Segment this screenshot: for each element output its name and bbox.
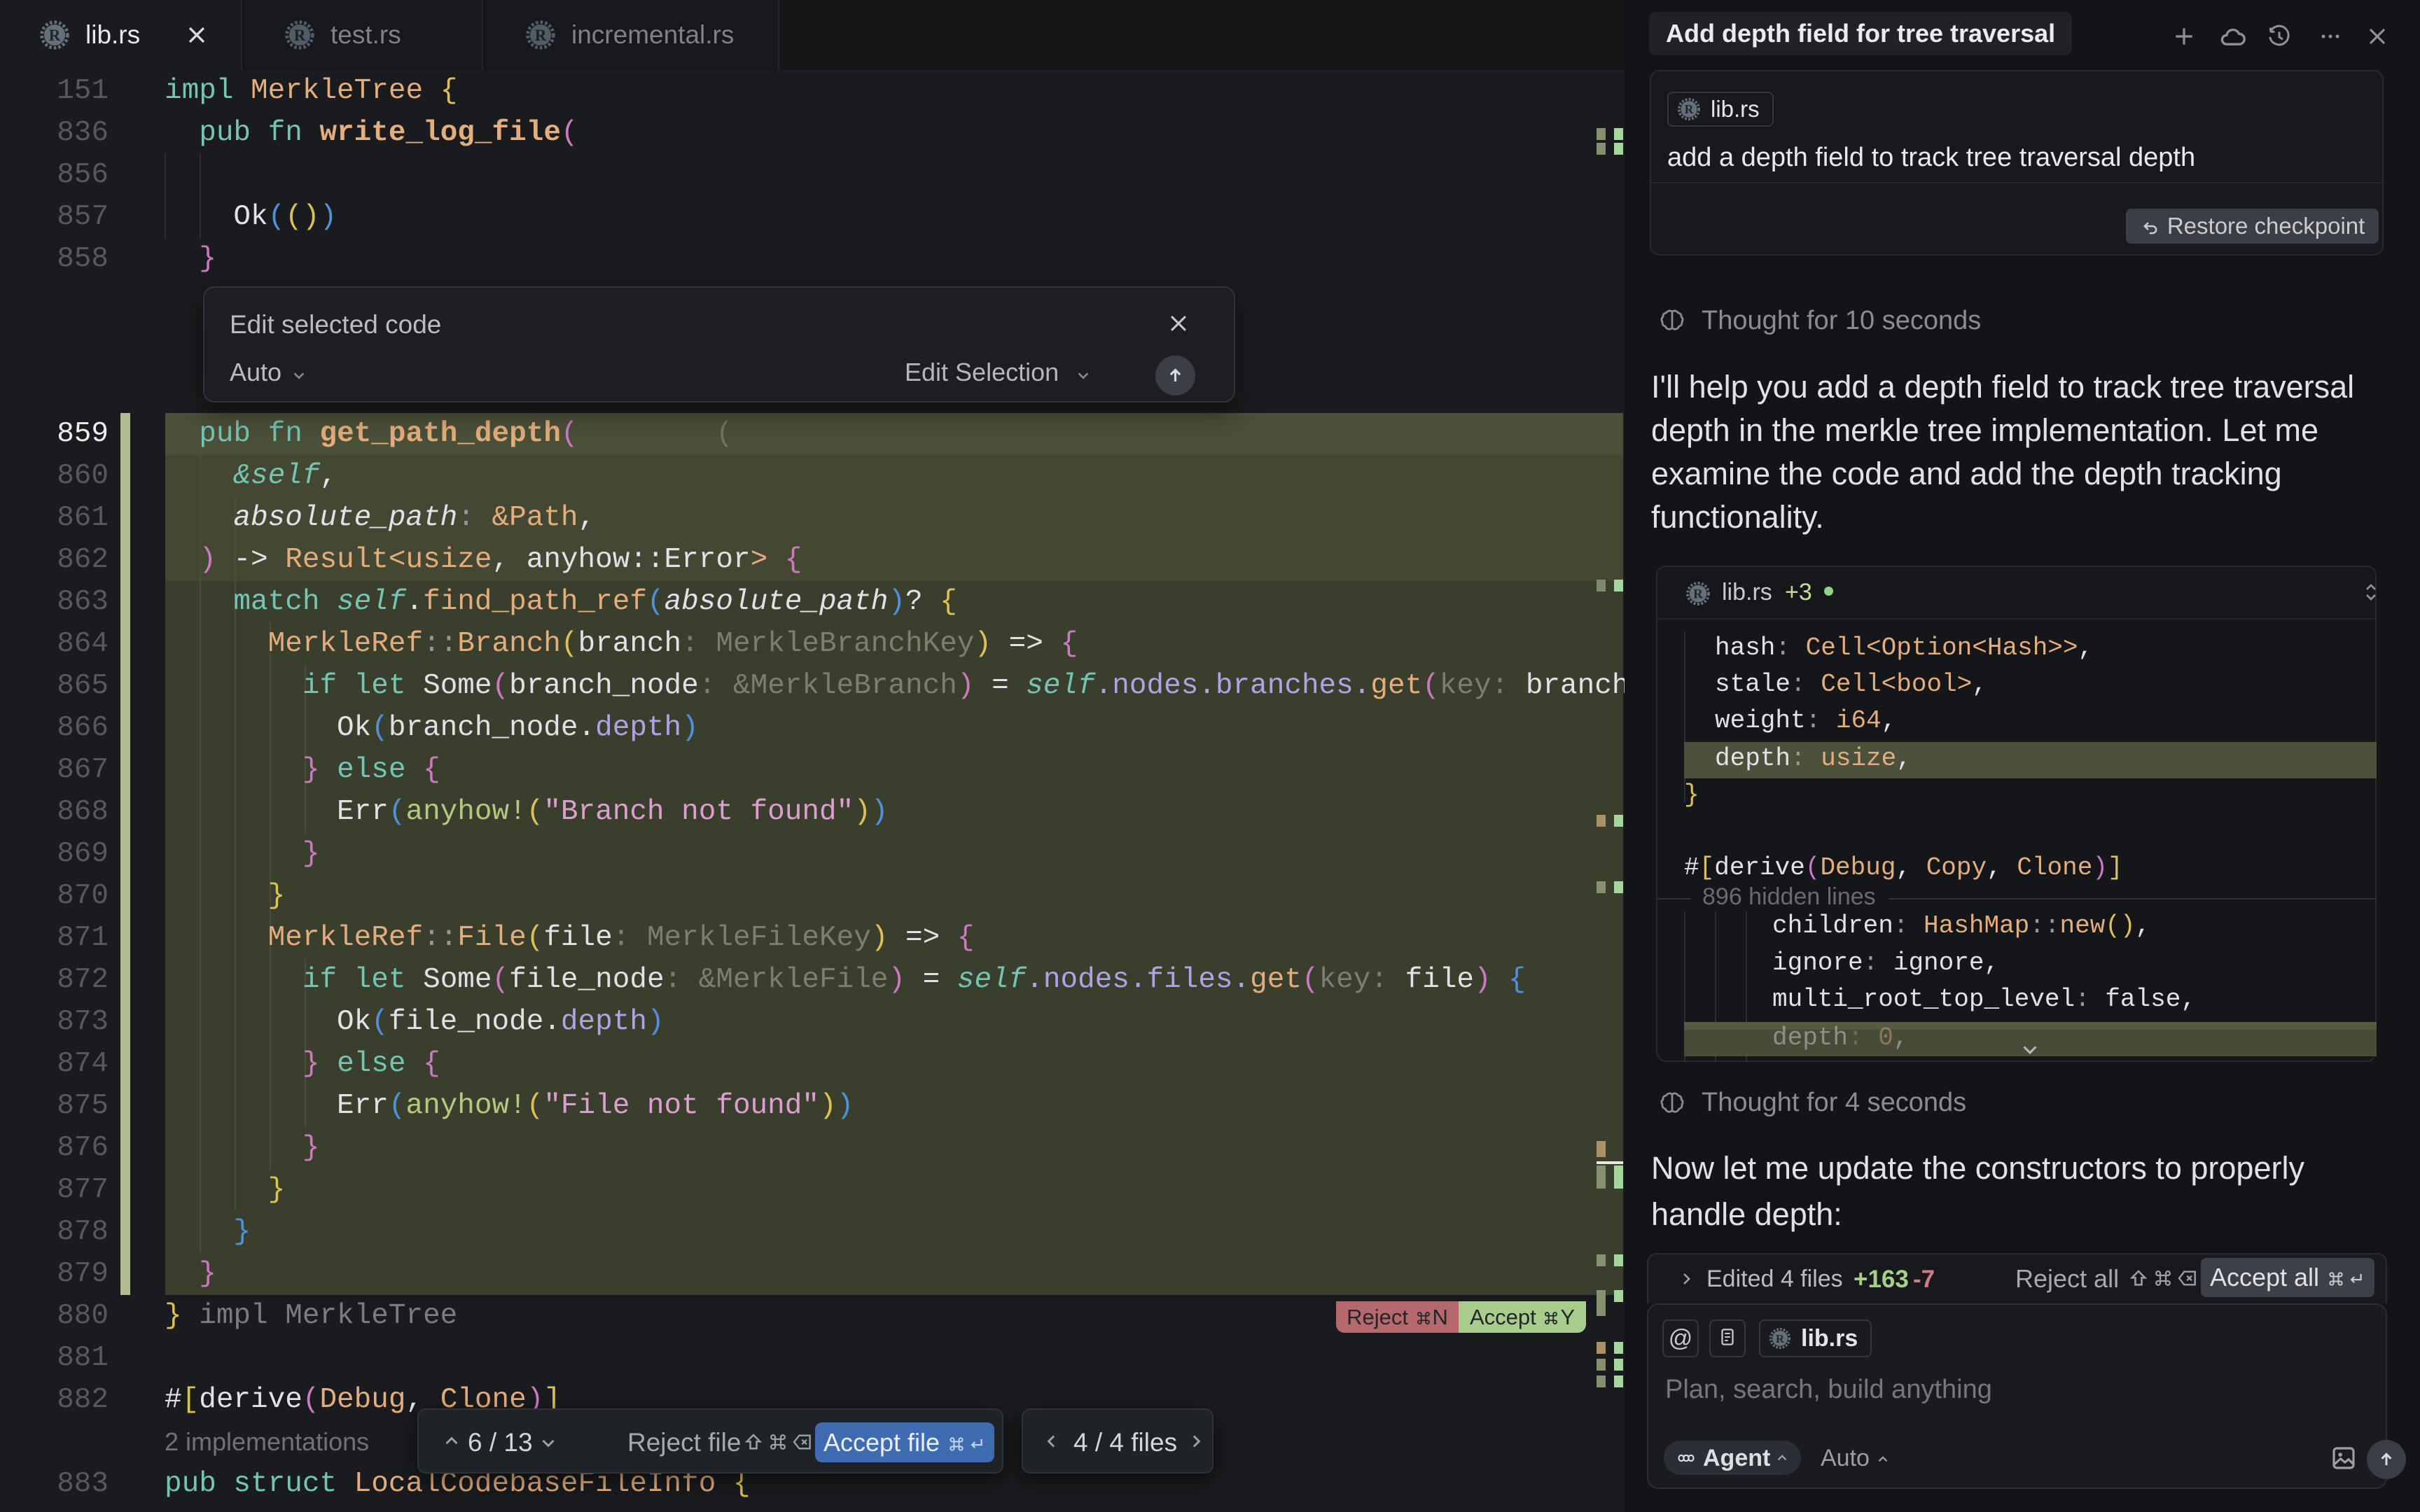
svg-text:R: R [294,27,306,44]
svg-text:R: R [1776,1332,1785,1345]
svg-text:R: R [1685,102,1694,116]
svg-text:R: R [49,27,61,44]
svg-text:R: R [535,27,547,44]
